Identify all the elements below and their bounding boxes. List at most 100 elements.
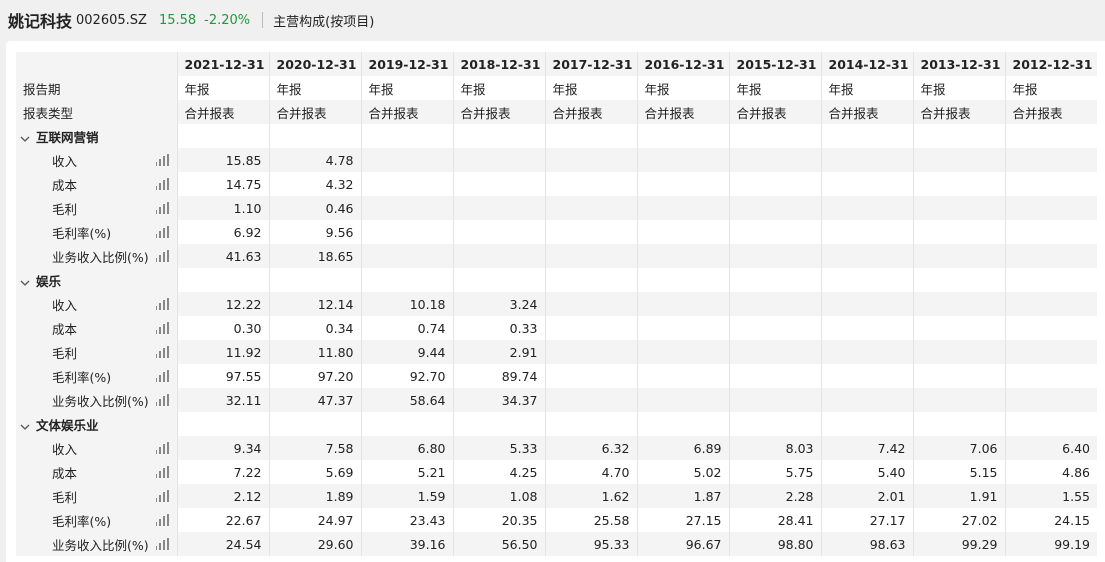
value-cell [636,292,729,316]
row-label-cell: 毛利 [16,340,177,364]
group-empty-cell [268,412,361,436]
group-empty-cell [452,268,545,292]
chevron-down-icon[interactable] [19,134,31,145]
value-cell [452,172,545,196]
value-cell [820,340,913,364]
bar-chart-icon[interactable] [155,442,169,454]
meta-cell: 合并报表 [268,100,361,124]
meta-cell: 年报 [176,76,269,100]
bar-chart-icon[interactable] [155,250,169,262]
bar-chart-icon[interactable] [155,322,169,334]
meta-cell: 合并报表 [544,100,637,124]
group-toggle[interactable]: 娱乐 [16,268,177,292]
value-cell: 11.92 [176,340,269,364]
value-cell [452,148,545,172]
bar-chart-icon[interactable] [155,370,169,382]
value-cell: 1.91 [912,484,1005,508]
meta-cell: 合并报表 [452,100,545,124]
value-cell: 56.50 [452,532,545,556]
value-cell: 1.59 [360,484,453,508]
value-cell: 41.63 [176,244,269,268]
value-cell [1004,340,1097,364]
bar-chart-icon[interactable] [155,226,169,238]
group-empty-cell [268,268,361,292]
bar-chart-icon[interactable] [155,298,169,310]
value-cell [360,196,453,220]
value-cell: 6.80 [360,436,453,460]
group-name: 娱乐 [36,273,62,289]
chevron-down-icon[interactable] [19,278,31,289]
column-header-date[interactable]: 2019-12-31 [360,52,453,76]
group-empty-cell [360,268,453,292]
row-label-cell: 成本 [16,460,177,484]
column-header-date[interactable]: 2017-12-31 [544,52,637,76]
header-corner [16,52,177,76]
bar-chart-icon[interactable] [155,514,169,526]
column-header-date[interactable]: 2020-12-31 [268,52,361,76]
value-cell: 99.29 [912,532,1005,556]
bar-chart-icon[interactable] [155,466,169,478]
group-toggle[interactable]: 文体娱乐业 [16,412,177,436]
value-cell: 24.97 [268,508,361,532]
column-header-date[interactable]: 2021-12-31 [176,52,269,76]
bar-chart-icon[interactable] [155,490,169,502]
chevron-down-icon[interactable] [19,422,31,433]
row-label-cell: 毛利率(%) [16,364,177,388]
value-cell: 4.32 [268,172,361,196]
value-cell [544,364,637,388]
value-cell [912,316,1005,340]
table-row: 毛利率(%) 6.92 9.56 [16,220,1097,244]
group-empty-cell [636,124,729,148]
group-empty-cell [728,124,821,148]
value-cell: 27.17 [820,508,913,532]
bar-chart-icon[interactable] [155,394,169,406]
value-cell: 7.42 [820,436,913,460]
bar-chart-icon[interactable] [155,154,169,166]
value-cell [452,196,545,220]
value-cell: 5.69 [268,460,361,484]
row-label-cell: 收入 [16,436,177,460]
value-cell [544,172,637,196]
meta-label-cell: 报告期 [16,76,177,100]
row-label: 毛利 [52,345,78,361]
value-cell [728,220,821,244]
bar-chart-icon[interactable] [155,178,169,190]
value-cell [636,316,729,340]
group-empty-cell [452,412,545,436]
value-cell: 0.30 [176,316,269,340]
value-cell: 1.55 [1004,484,1097,508]
bar-chart-icon[interactable] [155,538,169,550]
group-toggle[interactable]: 互联网营销 [16,124,177,148]
column-header-date[interactable]: 2014-12-31 [820,52,913,76]
value-cell: 97.55 [176,364,269,388]
value-cell: 5.33 [452,436,545,460]
table-row: 收入 9.34 7.58 6.80 5.33 6.32 6.89 8.03 7.42 7.06 6.… [16,436,1097,460]
column-header-date[interactable]: 2016-12-31 [636,52,729,76]
value-cell [360,148,453,172]
table-row: 收入 12.22 12.14 10.18 3.24 [16,292,1097,316]
column-header-date[interactable]: 2012-12-31 [1004,52,1097,76]
group-empty-cell [912,124,1005,148]
group-empty-cell [636,268,729,292]
column-header-date[interactable]: 2015-12-31 [728,52,821,76]
company-name[interactable]: 姚记科技 [8,8,72,32]
value-cell [912,292,1005,316]
value-cell [728,340,821,364]
row-label: 毛利率(%) [52,225,112,241]
group-empty-cell [912,412,1005,436]
value-cell [636,364,729,388]
group-name: 互联网营销 [36,129,99,145]
bar-chart-icon[interactable] [155,346,169,358]
value-cell: 58.64 [360,388,453,412]
row-label: 毛利 [52,489,78,505]
value-cell: 10.18 [360,292,453,316]
value-cell: 20.35 [452,508,545,532]
column-header-date[interactable]: 2018-12-31 [452,52,545,76]
value-cell: 25.58 [544,508,637,532]
value-cell [636,340,729,364]
value-cell [820,196,913,220]
column-header-date[interactable]: 2013-12-31 [912,52,1005,76]
bar-chart-icon[interactable] [155,202,169,214]
group-empty-cell [544,412,637,436]
row-label-cell: 收入 [16,292,177,316]
